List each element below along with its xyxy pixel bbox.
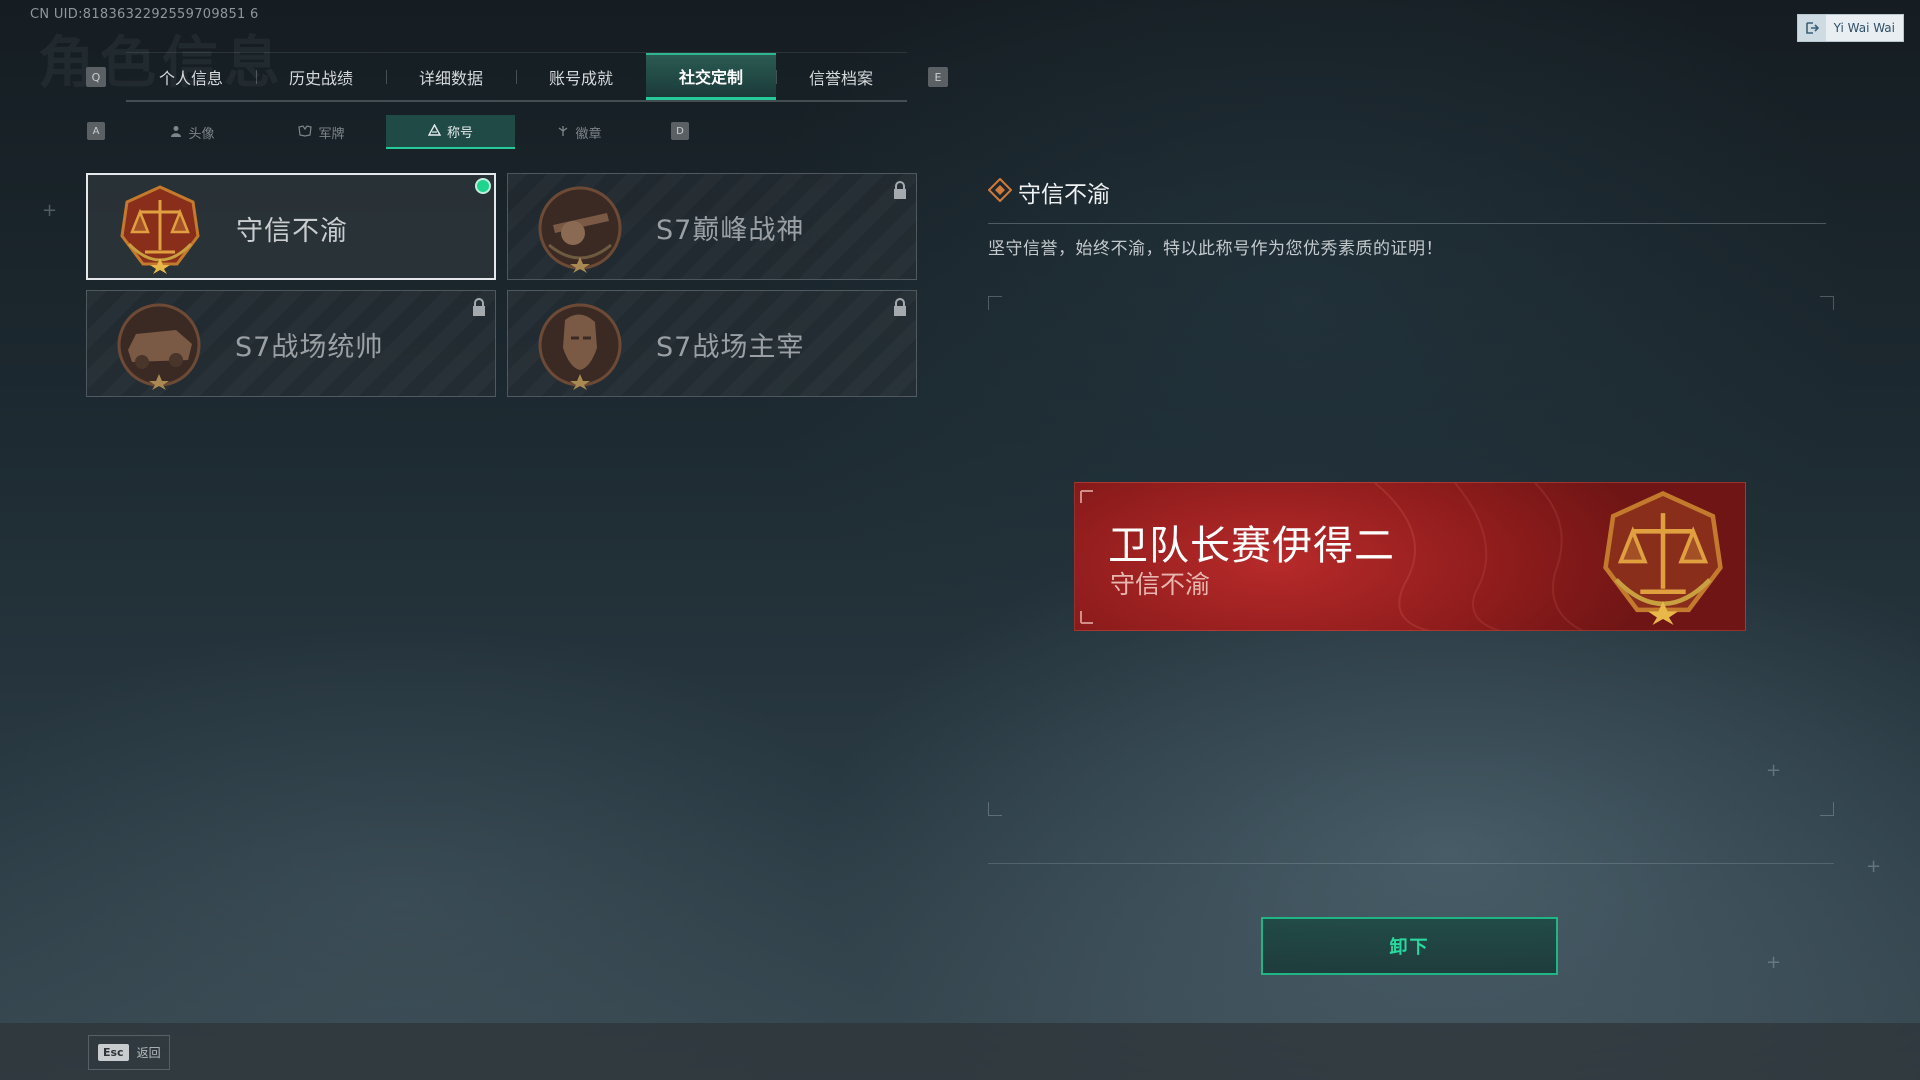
title-name: S7巅峰战神 (656, 215, 805, 246)
preview-player-name: 卫队长赛伊得二 (1108, 523, 1395, 569)
lock-icon (473, 298, 485, 316)
title-card[interactable]: S7巅峰战神 (507, 173, 917, 280)
subtab-label: 军牌 (318, 126, 345, 142)
divider (988, 223, 1826, 224)
soldier-emblem-icon (538, 303, 622, 390)
title-card[interactable]: 守信不渝 (86, 173, 496, 280)
subtab-dogtag[interactable]: 军牌 (257, 115, 386, 149)
preview-title: 守信不渝 (1110, 570, 1211, 599)
tab-prev-key[interactable]: Q (86, 67, 106, 87)
user-chip[interactable]: Yi Wai Wai (1796, 14, 1904, 42)
detail-title: 守信不渝 (1018, 182, 1110, 208)
sub-tabs: 头像 军牌 称号 徽章 (128, 115, 644, 149)
title-name: S7战场统帅 (235, 332, 384, 363)
diamond-icon (988, 178, 1012, 202)
tab-social-custom[interactable]: 社交定制 (646, 53, 776, 100)
back-button[interactable]: Esc 返回 (88, 1035, 170, 1070)
tab-achievements[interactable]: 账号成就 (516, 53, 646, 100)
main-tabs: 个人信息 历史战绩 详细数据 账号成就 社交定制 信誉档案 (126, 52, 907, 102)
subtab-badge[interactable]: 徽章 (515, 115, 644, 149)
equipped-indicator (475, 178, 491, 194)
cross-decoration: + (1766, 760, 1782, 781)
cross-decoration: + (1866, 856, 1882, 877)
person-icon (170, 125, 182, 140)
scales-emblem-icon (1603, 491, 1723, 625)
subtab-label: 称号 (446, 125, 473, 141)
unequip-button[interactable]: 卸下 (1261, 917, 1558, 975)
footer-bar (0, 1023, 1920, 1080)
dogtag-icon (298, 124, 313, 140)
badge-icon (557, 125, 569, 140)
title-preview-banner: 卫队长赛伊得二 守信不渝 (1074, 482, 1746, 631)
lock-icon (894, 181, 906, 199)
tab-detailed-stats[interactable]: 详细数据 (386, 53, 516, 100)
title-icon (427, 123, 442, 139)
back-label: 返回 (136, 1046, 161, 1060)
tab-reputation[interactable]: 信誉档案 (776, 53, 906, 100)
subtab-avatar[interactable]: 头像 (128, 115, 257, 149)
vehicle-emblem-icon (117, 303, 201, 390)
subtab-label: 徽章 (575, 126, 602, 142)
detail-description: 坚守信誉，始终不渝，特以此称号作为您优秀素质的证明！ (988, 239, 1443, 259)
divider (988, 863, 1834, 864)
user-uid: CN UID:8183632292559709851 6 (30, 7, 259, 22)
scales-emblem-icon (120, 185, 200, 274)
user-name: Yi Wai Wai (1833, 21, 1895, 35)
tab-match-history[interactable]: 历史战绩 (256, 53, 386, 100)
frame-corner (1820, 802, 1834, 816)
tab-personal-info[interactable]: 个人信息 (126, 53, 256, 100)
frame-corner (1820, 296, 1834, 310)
frame-corner (988, 802, 1002, 816)
cross-decoration: + (1766, 952, 1782, 973)
esc-key: Esc (98, 1044, 129, 1061)
subtab-title[interactable]: 称号 (386, 115, 515, 149)
frame-corner (988, 296, 1002, 310)
subtab-next-key[interactable]: D (671, 122, 689, 140)
tab-next-key[interactable]: E (928, 67, 948, 87)
title-name: S7战场主宰 (656, 332, 805, 363)
logout-icon (1797, 15, 1826, 41)
gunner-emblem-icon (538, 186, 622, 273)
subtab-prev-key[interactable]: A (87, 122, 105, 140)
lock-icon (894, 298, 906, 316)
title-card[interactable]: S7战场主宰 (507, 290, 917, 397)
subtab-label: 头像 (188, 126, 215, 142)
cross-decoration: + (42, 200, 58, 221)
title-card[interactable]: S7战场统帅 (86, 290, 496, 397)
title-name: 守信不渝 (236, 216, 348, 247)
